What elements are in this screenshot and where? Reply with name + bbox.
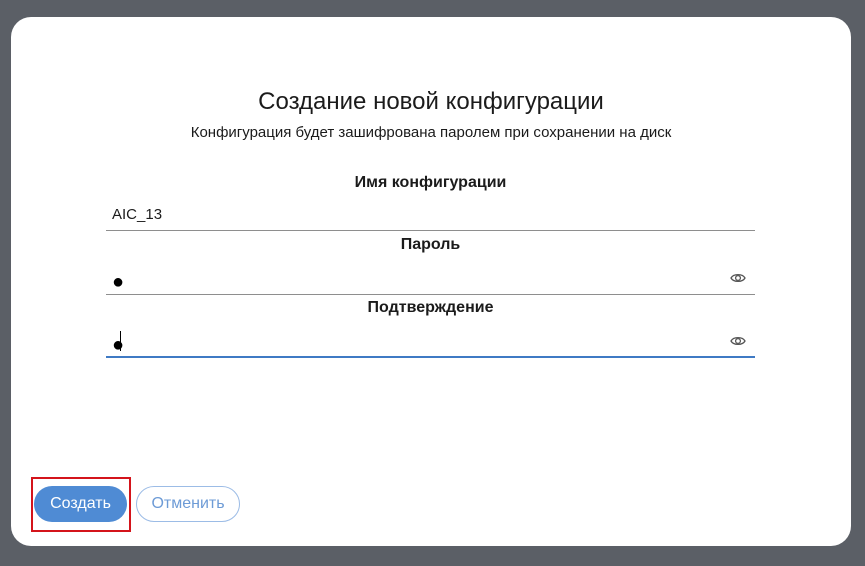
password-field[interactable]: ● [106,263,755,295]
confirm-value: ● [112,334,125,356]
dialog-subtitle: Конфигурация будет зашифрована паролем п… [190,124,672,141]
create-button[interactable]: Создать [34,486,127,522]
config-name-field[interactable] [106,199,755,231]
config-name-label: Имя конфигурации [354,174,507,191]
text-caret [120,331,121,351]
confirm-field[interactable]: ● [106,326,755,358]
password-value: ● [112,271,125,293]
eye-icon[interactable] [730,271,746,285]
dialog-title: Создание новой конфигурации [258,88,604,115]
cancel-button[interactable]: Отменить [136,486,240,522]
confirm-label: Подтверждение [367,299,494,316]
eye-icon[interactable] [730,334,746,348]
create-config-dialog: Создание новой конфигурации Конфигурация… [11,17,851,546]
password-label: Пароль [400,236,461,253]
config-name-input[interactable] [112,203,712,225]
